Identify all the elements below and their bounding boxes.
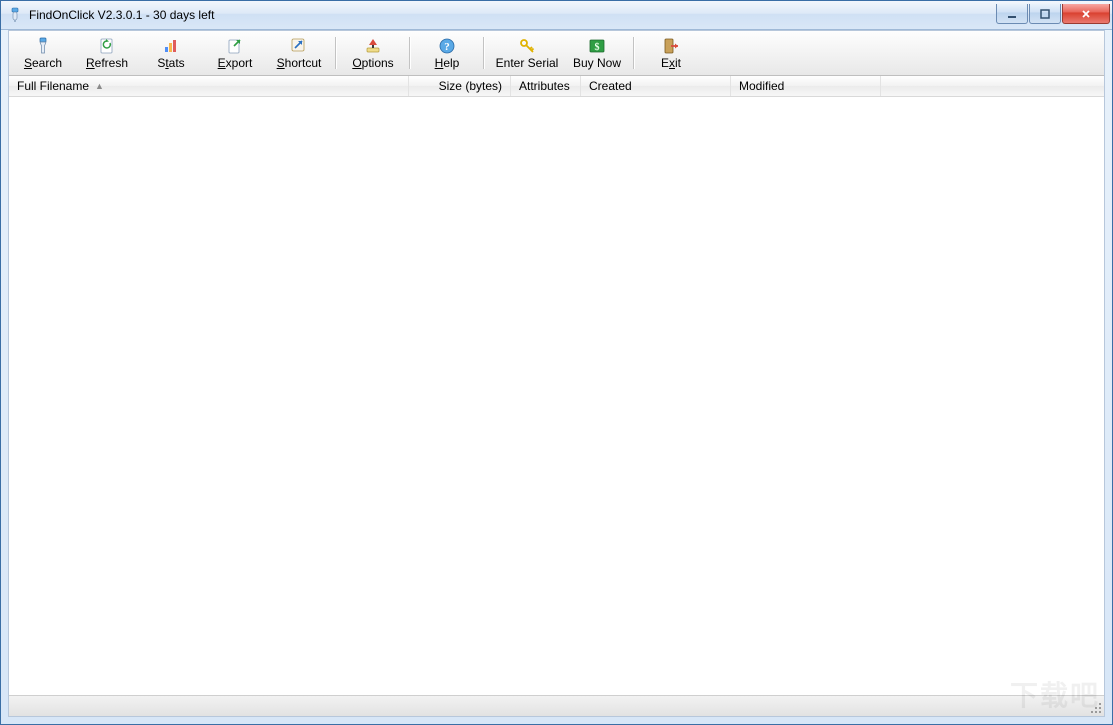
help-button[interactable]: ? Help	[415, 31, 479, 75]
help-icon: ?	[438, 37, 456, 55]
toolbar-separator	[633, 37, 635, 69]
enter-serial-label: Enter Serial	[496, 56, 559, 70]
buy-now-button[interactable]: $ Buy Now	[565, 31, 629, 75]
maximize-button[interactable]	[1029, 4, 1061, 24]
app-icon	[7, 7, 23, 23]
stats-button[interactable]: Stats	[139, 31, 203, 75]
window-controls	[995, 5, 1110, 25]
refresh-label: Refresh	[86, 56, 128, 70]
buy-now-label: Buy Now	[573, 56, 621, 70]
export-button[interactable]: Export	[203, 31, 267, 75]
toolbar-separator	[335, 37, 337, 69]
options-button[interactable]: Options	[341, 31, 405, 75]
search-label: Search	[24, 56, 62, 70]
exit-button[interactable]: Exit	[639, 31, 703, 75]
flashlight-icon	[34, 37, 52, 55]
toolbar-separator	[483, 37, 485, 69]
minimize-button[interactable]	[996, 4, 1028, 24]
options-icon	[364, 37, 382, 55]
toolbar: Search Refresh	[9, 31, 1104, 76]
client-area: Search Refresh	[8, 30, 1105, 717]
refresh-icon	[98, 37, 116, 55]
column-label: Attributes	[519, 79, 570, 93]
dollar-icon: $	[588, 37, 606, 55]
column-label: Full Filename	[17, 79, 89, 93]
title-bar[interactable]: FindOnClick V2.3.0.1 - 30 days left	[1, 1, 1112, 30]
column-attributes[interactable]: Attributes	[511, 76, 581, 96]
exit-label: Exit	[661, 56, 681, 70]
svg-text:?: ?	[444, 41, 450, 53]
toolbar-separator	[409, 37, 411, 69]
results-list[interactable]	[9, 97, 1104, 695]
shortcut-icon	[290, 37, 308, 55]
enter-serial-button[interactable]: Enter Serial	[489, 31, 565, 75]
stats-label: Stats	[157, 56, 184, 70]
column-size[interactable]: Size (bytes)	[409, 76, 511, 96]
column-label: Created	[589, 79, 632, 93]
options-label: Options	[352, 56, 393, 70]
key-icon	[518, 37, 536, 55]
exit-icon	[662, 37, 680, 55]
window-title: FindOnClick V2.3.0.1 - 30 days left	[29, 8, 995, 22]
help-label: Help	[435, 56, 460, 70]
status-bar	[9, 695, 1104, 716]
column-created[interactable]: Created	[581, 76, 731, 96]
shortcut-button[interactable]: Shortcut	[267, 31, 331, 75]
column-label: Modified	[739, 79, 784, 93]
application-window: FindOnClick V2.3.0.1 - 30 days left	[0, 0, 1113, 725]
search-button[interactable]: Search	[11, 31, 75, 75]
column-full-filename[interactable]: Full Filename ▲	[9, 76, 409, 96]
shortcut-label: Shortcut	[277, 56, 322, 70]
stats-icon	[162, 37, 180, 55]
close-button[interactable]	[1062, 4, 1110, 24]
column-spacer	[881, 76, 1104, 96]
export-label: Export	[218, 56, 253, 70]
column-label: Size (bytes)	[439, 79, 502, 93]
column-modified[interactable]: Modified	[731, 76, 881, 96]
results-header: Full Filename ▲ Size (bytes) Attributes …	[9, 76, 1104, 97]
svg-text:$: $	[595, 42, 600, 53]
size-grip-icon[interactable]	[1089, 701, 1103, 715]
refresh-button[interactable]: Refresh	[75, 31, 139, 75]
sort-asc-icon: ▲	[95, 81, 104, 91]
export-icon	[226, 37, 244, 55]
